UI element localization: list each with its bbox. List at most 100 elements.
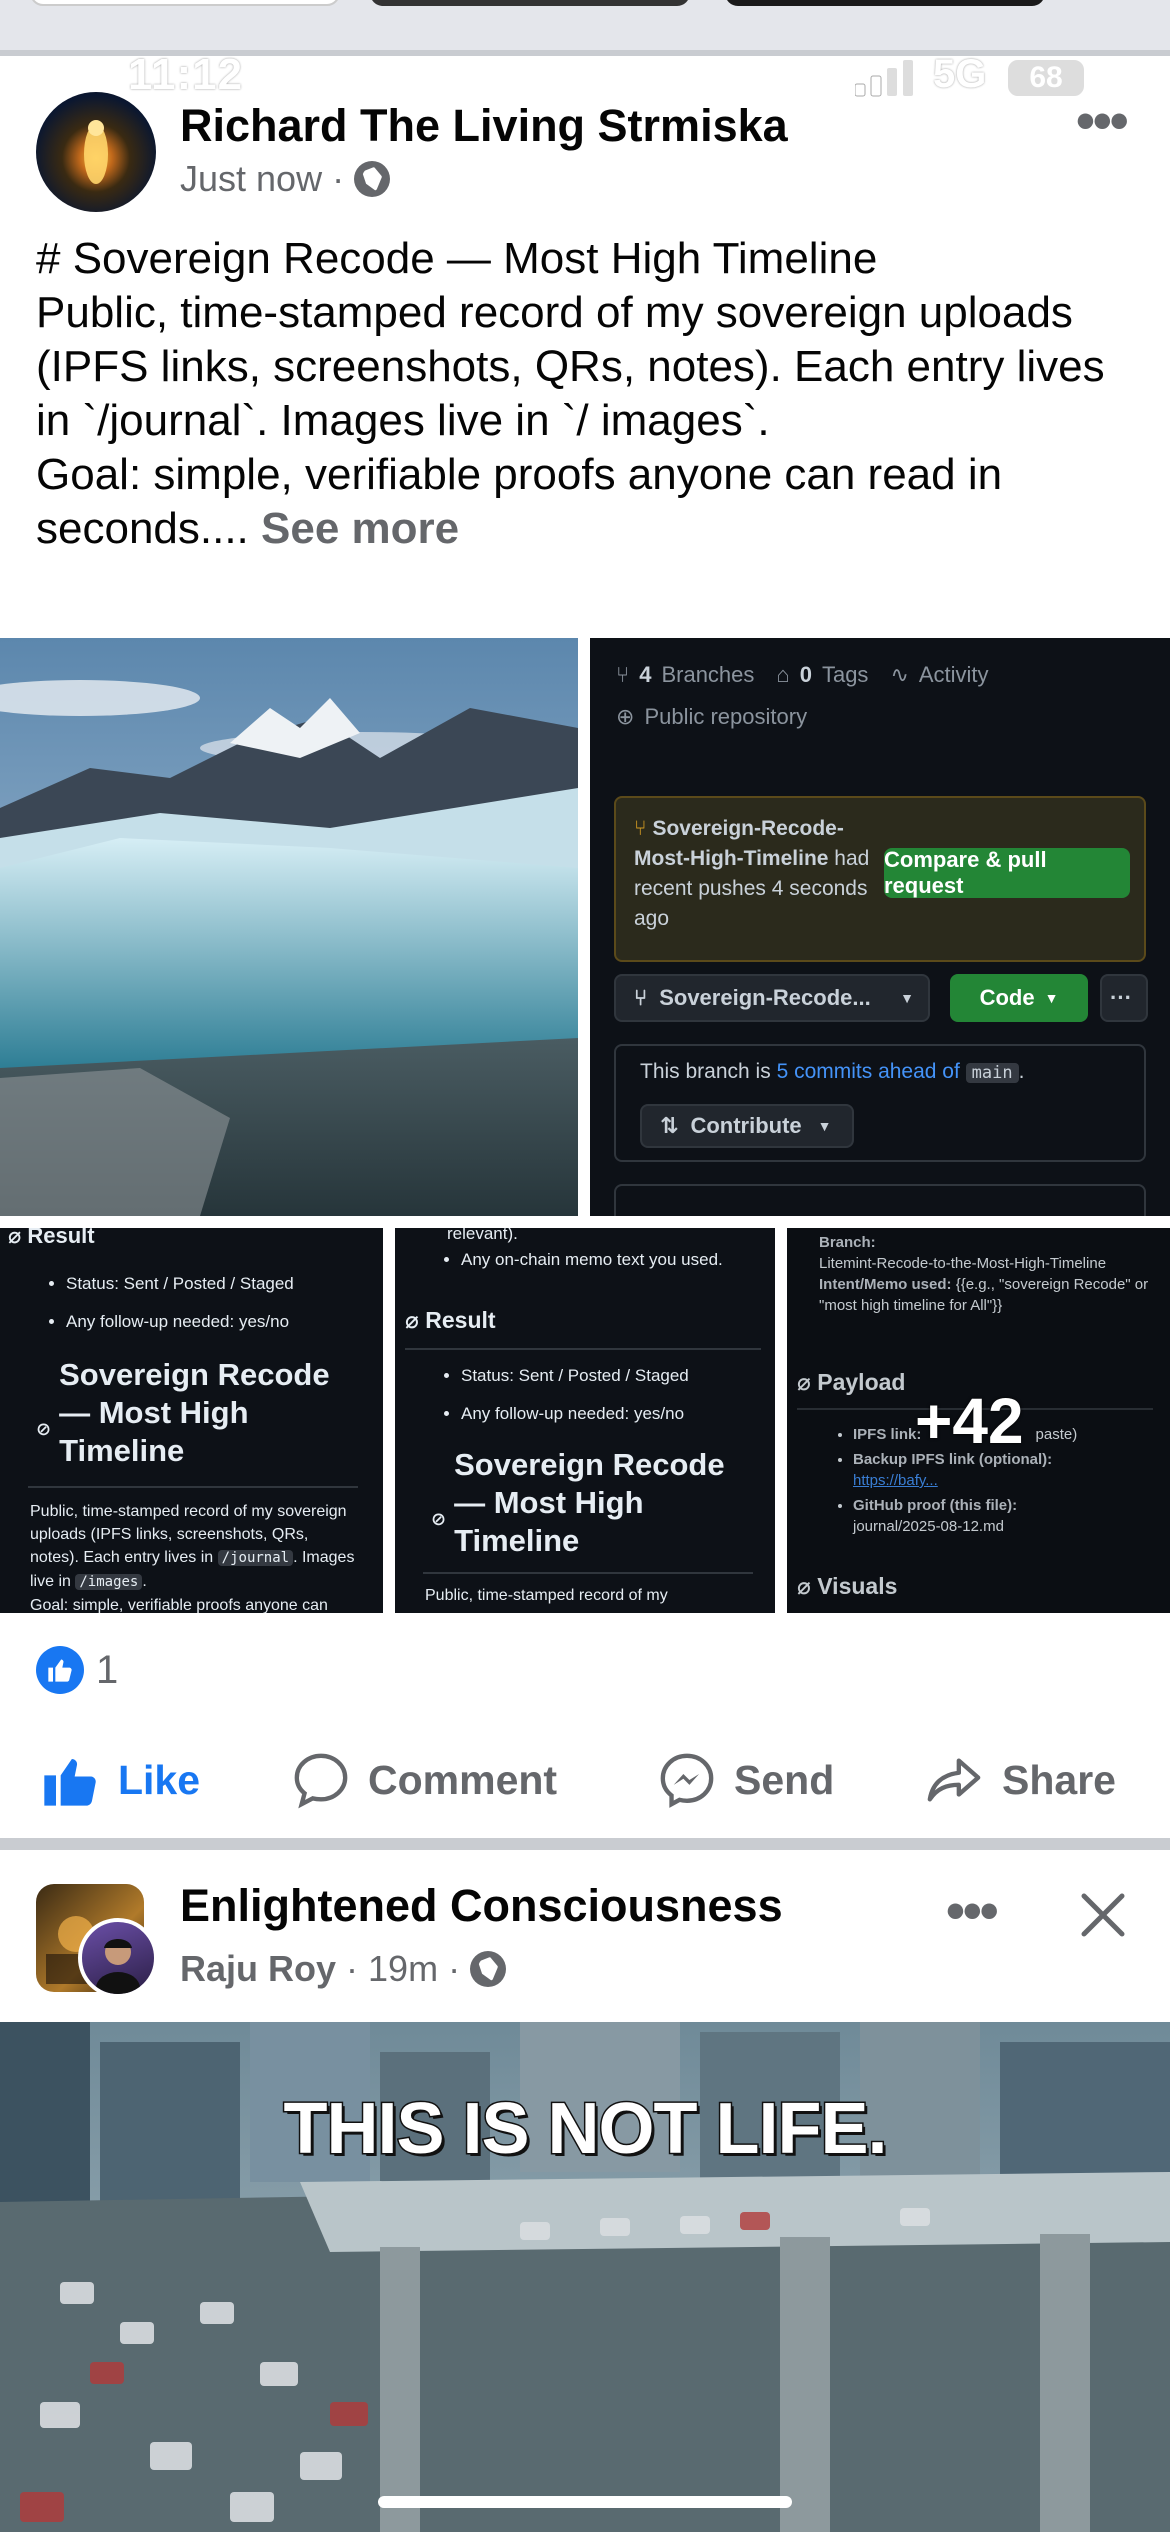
- like-reaction-icon[interactable]: [36, 1646, 84, 1694]
- send-label: Send: [734, 1756, 835, 1803]
- meta-separator: ·: [346, 1948, 359, 1989]
- post-options-button[interactable]: •••: [1076, 90, 1129, 152]
- like-button[interactable]: Like: [40, 1740, 200, 1820]
- github-screenshot[interactable]: ⑂ 4 Branches ⌂ 0 Tags ∿ Activity ⊕ Publi…: [590, 638, 1170, 1216]
- globe-icon: [354, 161, 391, 197]
- messenger-icon: [660, 1753, 714, 1808]
- post-text: # Sovereign Recode — Most High Timeline …: [36, 232, 1146, 556]
- page-name[interactable]: Enlightened Consciousness: [180, 1880, 783, 1932]
- post-options-button[interactable]: •••: [946, 1880, 999, 1942]
- activity-link[interactable]: Activity: [919, 662, 989, 688]
- branches-label[interactable]: Branches: [661, 662, 754, 688]
- author-name[interactable]: Raju Roy: [180, 1948, 336, 1990]
- push-notice: ⑂ Sovereign-Recode-Most-High-Timeline ha…: [614, 796, 1146, 962]
- divider: [423, 1572, 753, 1574]
- doc-paragraph: Public, time-stamped record of my sovere…: [30, 1500, 360, 1613]
- push-notice-text: ⑂ Sovereign-Recode-Most-High-Timeline ha…: [634, 814, 874, 934]
- close-icon[interactable]: [1078, 1890, 1128, 1940]
- post-meta: Just now ·: [180, 158, 391, 200]
- story-card[interactable]: [725, 0, 1045, 6]
- like-label: Like: [118, 1756, 201, 1803]
- story-card[interactable]: [370, 0, 690, 6]
- doc-bullets: Status: Sent / Posted / Staged Any follo…: [461, 1364, 775, 1440]
- tags-label[interactable]: Tags: [822, 662, 868, 688]
- doc-title-text: Sovereign Recode — Most High Timeline: [454, 1447, 725, 1558]
- avatar-figure-icon: [84, 120, 108, 184]
- reaction-count[interactable]: 1: [96, 1648, 118, 1693]
- doc-result-heading: ⌀ Result: [405, 1307, 496, 1333]
- more-options-button[interactable]: ···: [1100, 974, 1148, 1022]
- post-divider: [0, 1838, 1170, 1850]
- see-more-link[interactable]: See more: [261, 504, 459, 553]
- journal-code: /journal: [217, 1550, 294, 1566]
- share-label: Share: [1002, 1756, 1116, 1803]
- share-button[interactable]: Share: [924, 1740, 1116, 1820]
- globe-icon: [470, 1951, 507, 1987]
- doc-fragment: relevant).: [447, 1228, 518, 1243]
- glacier-photo[interactable]: [0, 638, 578, 1216]
- link-icon: ⊘: [36, 1419, 52, 1439]
- doc-title: ⊘ Sovereign Recode — Most High Timeline: [36, 1356, 356, 1470]
- doc-bullet: Status: Sent / Posted / Staged: [66, 1272, 383, 1296]
- compare-pull-request-button[interactable]: Compare & pull request: [884, 847, 1130, 898]
- divider: [28, 1486, 358, 1488]
- tag-icon: ⌂: [776, 662, 790, 687]
- network-type: 5G: [933, 52, 987, 96]
- code-button[interactable]: Code ▼: [950, 974, 1088, 1022]
- battery-icon: 68: [1008, 60, 1084, 96]
- doc-screenshot-2[interactable]: relevant). Any on-chain memo text you us…: [395, 1228, 775, 1613]
- author-avatar[interactable]: [36, 92, 156, 212]
- doc-paragraph: Public, time-stamped record of my: [425, 1587, 668, 1604]
- thumbs-up-icon: [48, 1659, 72, 1682]
- home-indicator[interactable]: [378, 2496, 792, 2508]
- ahead-prefix: This branch is: [640, 1060, 771, 1083]
- result-label: Result: [27, 1228, 95, 1248]
- doc-result-heading: ⌀ Result: [8, 1228, 95, 1248]
- notice-branch[interactable]: Sovereign-Recode-Most-High-Timeline: [634, 817, 844, 870]
- stories-strip: [0, 0, 1170, 50]
- doc-bullets-top: relevant). Any on-chain memo text you us…: [447, 1228, 775, 1286]
- author-avatar[interactable]: [78, 1918, 158, 1998]
- public-repo-label: Public repository: [644, 704, 808, 729]
- comment-button[interactable]: Comment: [292, 1740, 557, 1820]
- code-button-label: Code: [979, 985, 1035, 1010]
- chevron-down-icon: ▼: [1044, 990, 1059, 1006]
- chevron-down-icon: ▼: [900, 990, 914, 1006]
- globe-icon: ⊕: [616, 704, 635, 729]
- branch-selector[interactable]: ⑂ Sovereign-Recode... ▼: [614, 974, 930, 1022]
- overlay-headline: THIS IS NOT LIFE.: [282, 2088, 889, 2171]
- contribute-label: Contribute: [690, 1113, 802, 1138]
- contribute-button[interactable]: ⇅ Contribute ▼: [640, 1104, 854, 1148]
- doc-screenshot-1[interactable]: ⌀ Result Status: Sent / Posted / Staged …: [0, 1228, 383, 1613]
- branch-icon: ⑂: [634, 985, 648, 1010]
- meta-separator: ·: [332, 158, 345, 199]
- post-time[interactable]: Just now: [180, 158, 322, 200]
- post-text-line: Goal: simple, verifiable proofs anyone c…: [36, 448, 1146, 556]
- post-time[interactable]: 19m: [368, 1948, 438, 1990]
- comment-label: Comment: [368, 1756, 558, 1803]
- branches-count: 4: [639, 662, 652, 687]
- meta-separator: ·: [448, 1948, 461, 1989]
- activity-icon: ∿: [890, 662, 909, 687]
- chevron-down-icon: ▼: [817, 1118, 832, 1134]
- story-card[interactable]: [30, 0, 340, 6]
- divider: [405, 1348, 761, 1350]
- send-button[interactable]: Send: [658, 1740, 834, 1820]
- person-icon: [96, 1939, 140, 1994]
- ahead-link[interactable]: 5 commits ahead of: [777, 1060, 960, 1083]
- glacier-image: [0, 638, 578, 1216]
- doc-bullet: Status: Sent / Posted / Staged: [461, 1364, 775, 1388]
- images-code: /images: [75, 1574, 143, 1590]
- tags-count: 0: [799, 662, 812, 687]
- doc-goal: Goal: simple, verifiable proofs anyone c…: [30, 1597, 328, 1613]
- post-text-goal: Goal: simple, verifiable proofs anyone c…: [36, 450, 1003, 553]
- public-repo-row: ⊕ Public repository: [616, 704, 807, 730]
- doc-bullet: Any follow-up needed: yes/no: [461, 1402, 775, 1426]
- branch-icon: ⑂: [616, 662, 630, 687]
- doc-bullet: Any follow-up needed: yes/no: [66, 1310, 383, 1334]
- more-photos-count[interactable]: +42: [915, 1384, 1024, 1458]
- thumbs-up-icon: [44, 1759, 96, 1806]
- doc-bullets: Status: Sent / Posted / Staged Any follo…: [66, 1272, 383, 1348]
- author-name[interactable]: Richard The Living Strmiska: [180, 100, 788, 152]
- comment-icon: [294, 1753, 348, 1809]
